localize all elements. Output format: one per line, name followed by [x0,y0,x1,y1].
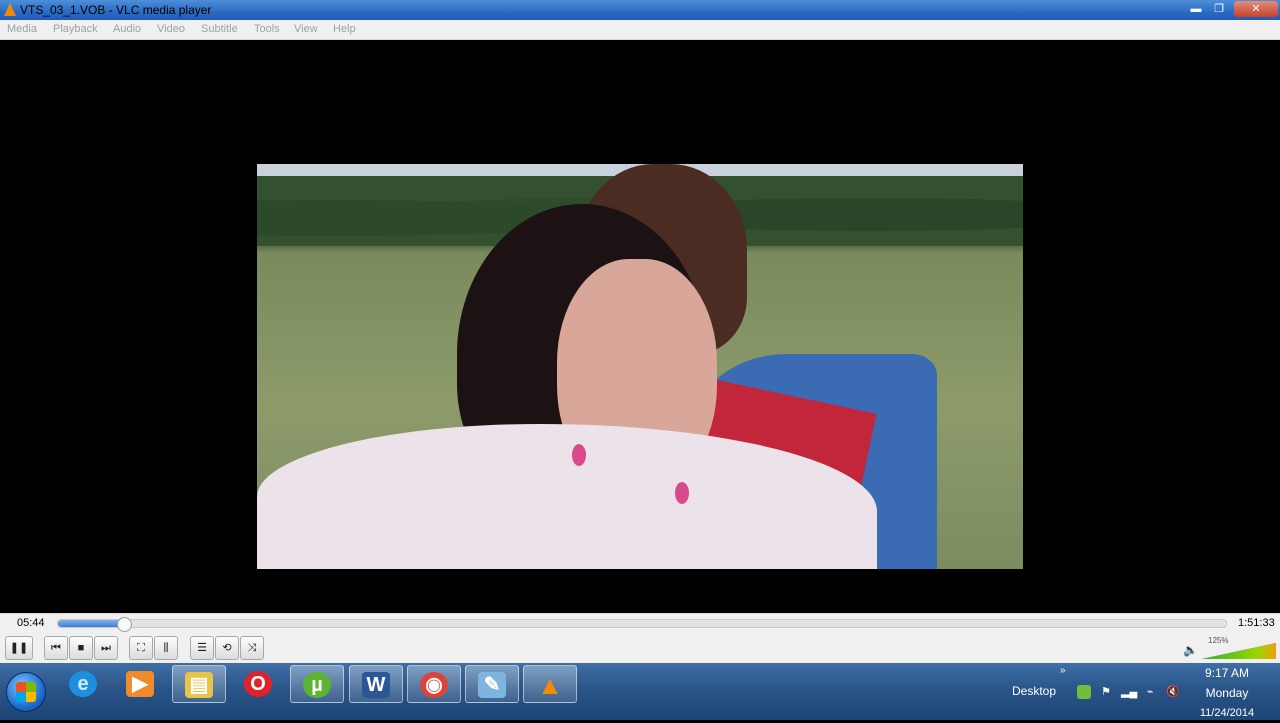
window-title: VTS_03_1.VOB - VLC media player [20,3,212,17]
menu-video[interactable]: Video [157,23,185,35]
windows-logo-icon [16,682,36,702]
minimize-button[interactable]: ▬ [1185,1,1207,17]
volume-slider[interactable] [1202,643,1276,659]
pause-button[interactable]: ❚❚ [5,636,33,660]
tray-app-icon[interactable] [1077,685,1091,699]
video-earring-left [572,444,586,466]
folder-icon: ▤ [185,672,213,698]
utorrent-icon: µ [303,672,331,698]
internet-explorer-icon: e [69,671,97,697]
menu-help[interactable]: Help [333,23,356,35]
vlc-cone-icon [4,3,16,16]
shuffle-button[interactable]: ⤨ [240,636,264,660]
taskbar-app-internet-explorer[interactable]: e [57,665,109,701]
start-button[interactable] [6,672,46,712]
menu-view[interactable]: View [294,23,318,35]
taskbar-app-paint[interactable]: ✎ [465,665,519,703]
menu-subtitle[interactable]: Subtitle [201,23,238,35]
taskbar-app-word[interactable]: W [349,665,403,703]
maximize-button[interactable]: ❐ [1208,1,1230,17]
previous-button[interactable]: ⏮ [44,636,68,660]
paint-icon: ✎ [478,672,506,698]
menu-tools[interactable]: Tools [254,23,280,35]
close-button[interactable]: ✕ [1234,1,1278,17]
seek-bar[interactable] [57,617,1227,632]
media-player-icon: ▶ [126,671,154,697]
tray-flag-icon[interactable]: ⚑ [1099,685,1113,699]
stop-button[interactable]: ■ [69,636,93,660]
elapsed-time: 05:44 [17,617,45,629]
desktop-toolbar-label[interactable]: Desktop [1012,684,1056,698]
clock-day: Monday [1205,686,1249,700]
volume-muted-icon[interactable]: 🔇 [1166,685,1180,699]
system-clock[interactable]: 9:17 AM Monday 11/24/2014 [1190,663,1264,723]
speaker-icon[interactable]: 🔈 [1183,643,1198,657]
word-icon: W [362,672,390,698]
loop-button[interactable]: ⟲ [215,636,239,660]
video-earring-right [675,482,689,504]
video-frame[interactable] [257,164,1023,569]
fullscreen-button[interactable]: ⛶ [129,636,153,660]
chrome-icon: ◉ [420,672,448,698]
next-button[interactable]: ⏭ [94,636,118,660]
clock-time: 9:17 AM [1204,666,1250,680]
taskbar-app-chrome[interactable]: ◉ [407,665,461,703]
taskbar-app-utorrent[interactable]: µ [290,665,344,703]
playlist-button[interactable]: ☰ [190,636,214,660]
video-area[interactable] [0,40,1280,613]
taskbar-app-opera[interactable]: O [232,665,284,701]
seek-progress [58,620,124,627]
extended-settings-button[interactable]: ⫼ [154,636,178,660]
seek-handle[interactable] [116,617,132,632]
tray-overflow-chevron-icon[interactable]: » [1060,665,1066,676]
menu-audio[interactable]: Audio [113,23,141,35]
vlc-icon: ▲ [537,670,563,700]
playback-controls: 05:44 1:51:33 ❚❚ ⏮ ■ ⏭ ⛶ ⫼ ☰ ⟲ ⤨ 🔈 125% [0,613,1280,664]
total-time: 1:51:33 [1238,617,1275,629]
network-signal-icon[interactable]: ▂▄ [1121,685,1137,699]
taskbar-app-media-player[interactable]: ▶ [114,665,166,701]
power-icon[interactable]: ⌁ [1143,685,1157,699]
menu-playback[interactable]: Playback [53,23,98,35]
taskbar-app-file-explorer[interactable]: ▤ [172,665,226,703]
title-bar: VTS_03_1.VOB - VLC media player ▬ ❐ ✕ [0,0,1280,20]
menu-bar: Media Playback Audio Video Subtitle Tool… [0,20,1280,40]
menu-media[interactable]: Media [7,23,37,35]
taskbar-app-vlc[interactable]: ▲ [523,665,577,703]
windows-taskbar: e ▶ ▤ O µ W ◉ ✎ ▲ » Desktop ⚑ ▂▄ ⌁ 🔇 9:1… [0,663,1280,720]
opera-icon: O [244,671,272,697]
clock-date: 11/24/2014 [1199,707,1255,719]
